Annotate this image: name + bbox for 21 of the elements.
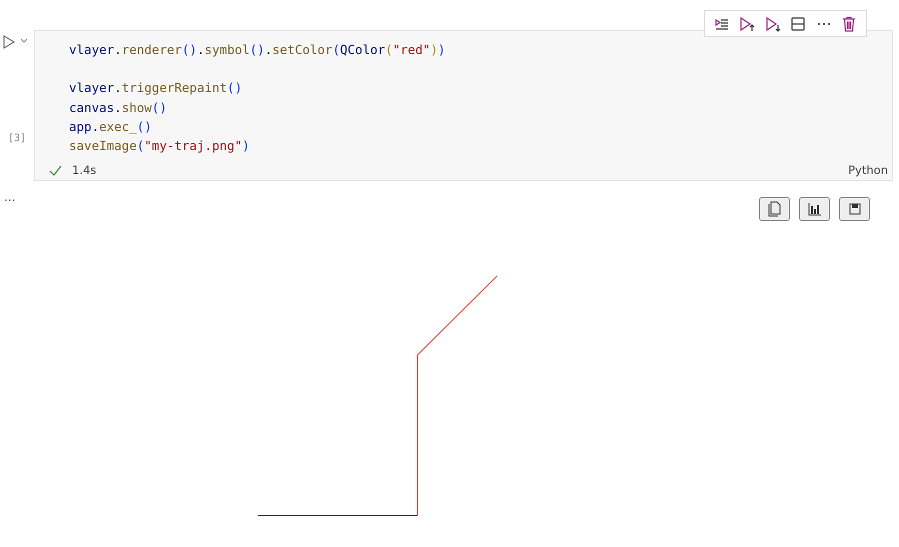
- run-above-icon[interactable]: [739, 16, 756, 32]
- code-line: vlayer.renderer().symbol().setColor(QColor("red")): [69, 41, 446, 59]
- save-button[interactable]: [839, 197, 870, 221]
- duration-label: 1.4s: [72, 163, 96, 178]
- code-line: vlayer.triggerRepaint(): [69, 79, 244, 98]
- copy-icon: [768, 201, 782, 217]
- code-line: app.exec_(): [69, 118, 153, 136]
- output-menu[interactable]: ...: [4, 190, 16, 204]
- run-icon[interactable]: [3, 35, 15, 49]
- bar-chart-icon: [808, 202, 822, 216]
- split-cell-icon[interactable]: [790, 16, 806, 32]
- language-label[interactable]: Python: [848, 163, 888, 178]
- chart-button[interactable]: [799, 197, 830, 221]
- code-line: canvas.show(): [69, 98, 168, 117]
- execution-count: [3]: [8, 133, 26, 144]
- delete-icon[interactable]: [841, 16, 858, 32]
- code-cell[interactable]: vlayer.renderer().symbol().setColor(QColor("red")) vlayer.triggerRepaint() canvas.show() app.exec_() saveImage("my-traj.png") 1.4s Python: [34, 30, 893, 181]
- code-line: saveImage("my-traj.png"): [69, 137, 251, 155]
- chevron-down-icon[interactable]: [20, 38, 28, 44]
- run-below-icon[interactable]: [764, 16, 781, 32]
- copy-button[interactable]: [759, 197, 790, 221]
